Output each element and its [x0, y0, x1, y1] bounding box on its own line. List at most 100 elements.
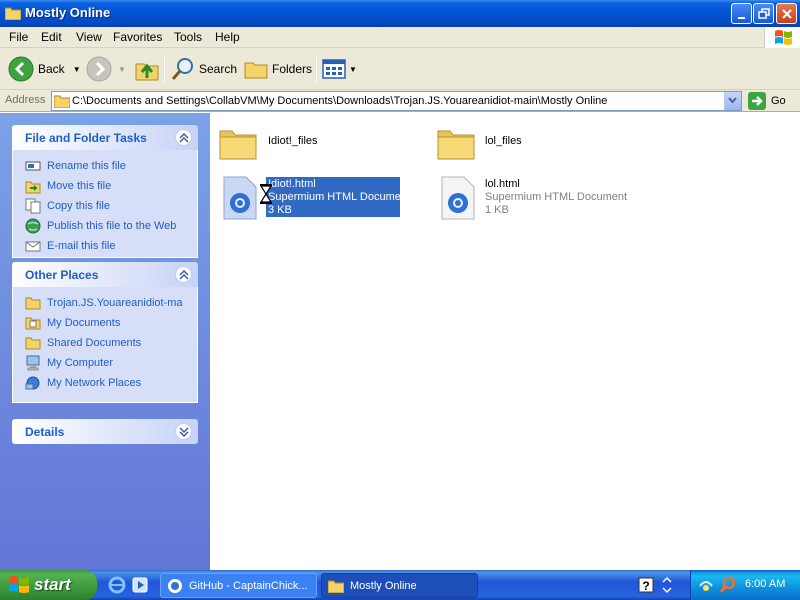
- task-label: Publish this file to the Web: [47, 220, 177, 232]
- chevron-down-icon: ▼: [118, 64, 126, 74]
- file-size: 3 KB: [268, 204, 292, 216]
- place-my-computer[interactable]: My Computer: [13, 353, 197, 373]
- close-button[interactable]: [776, 3, 797, 24]
- help-icon[interactable]: ?: [638, 577, 654, 593]
- menu-edit[interactable]: Edit: [41, 30, 62, 44]
- file-folder-tasks-header[interactable]: File and Folder Tasks: [12, 125, 198, 150]
- task-copy-file[interactable]: Copy this file: [13, 196, 197, 216]
- task-label: Copy this file: [47, 200, 110, 212]
- file-size: 1 KB: [485, 204, 509, 216]
- file-item-selected[interactable]: Idiot!.html Supermium HTML Document 3 KB: [210, 113, 410, 223]
- file-item[interactable]: lol.html Supermium HTML Document 1 KB: [436, 175, 636, 223]
- panel-title: File and Folder Tasks: [25, 131, 147, 145]
- internet-explorer-icon[interactable]: [108, 576, 126, 594]
- file-type: Supermium HTML Document: [485, 191, 628, 203]
- folder-item[interactable]: lol_files: [436, 121, 616, 165]
- html-document-icon: [441, 176, 475, 220]
- task-rename-file[interactable]: Rename this file: [13, 156, 197, 176]
- task-move-file[interactable]: Move this file: [13, 176, 197, 196]
- place-my-network-places[interactable]: My Network Places: [13, 373, 197, 393]
- address-label: Address: [5, 94, 46, 106]
- folder-icon: [437, 130, 475, 160]
- toolbar: Back ▼ ▼ Search Folders ▼: [0, 48, 800, 90]
- views-icon: [322, 59, 346, 79]
- windows-flag-icon: [9, 576, 29, 593]
- folder-icon: [54, 95, 70, 108]
- media-player-icon[interactable]: [131, 576, 149, 594]
- expand-icon[interactable]: [175, 423, 192, 440]
- place-my-documents[interactable]: My Documents: [13, 313, 197, 333]
- chevron-down-icon[interactable]: ▼: [349, 65, 357, 74]
- collapse-icon[interactable]: [175, 129, 192, 146]
- address-dropdown-button[interactable]: [724, 92, 741, 110]
- place-shared-documents[interactable]: Shared Documents: [13, 333, 197, 353]
- forward-button[interactable]: ▼: [86, 54, 126, 84]
- menu-favorites[interactable]: Favorites: [113, 30, 162, 44]
- restore-button[interactable]: [753, 3, 774, 24]
- network-status-icon[interactable]: [697, 576, 715, 594]
- go-label: Go: [771, 95, 786, 107]
- menu-bar: File Edit View Favorites Tools Help: [0, 27, 800, 48]
- go-button[interactable]: Go: [748, 92, 786, 110]
- place-label: My Documents: [47, 317, 121, 329]
- place-label: Trojan.JS.Youareanidiot-ma: [47, 297, 183, 309]
- start-button[interactable]: start: [0, 570, 97, 600]
- shared-folder-icon: [25, 337, 41, 350]
- task-label: Move this file: [47, 180, 112, 192]
- svg-text:?: ?: [642, 579, 649, 593]
- forward-arrow-icon: [86, 56, 112, 82]
- chevron-down-icon[interactable]: ▼: [73, 65, 81, 74]
- folder-icon: [328, 580, 344, 593]
- task-label: E-mail this file: [47, 240, 116, 252]
- globe-icon: [25, 218, 41, 234]
- file-name: lol.html: [485, 178, 520, 190]
- file-folder-tasks-panel: File and Folder Tasks Rename this file M…: [12, 125, 198, 258]
- collapse-icon[interactable]: [175, 266, 192, 283]
- file-name: lol_files: [485, 135, 522, 147]
- task-email-file[interactable]: E-mail this file: [13, 236, 197, 256]
- clock[interactable]: 6:00 AM: [745, 578, 785, 590]
- search-label: Search: [199, 62, 238, 76]
- other-places-header[interactable]: Other Places: [12, 262, 198, 287]
- taskbar-item-mostly-online[interactable]: Mostly Online: [321, 573, 478, 598]
- search-button[interactable]: Search: [170, 54, 237, 84]
- window-title: Mostly Online: [25, 5, 111, 20]
- move-icon: [25, 181, 41, 194]
- menu-tools[interactable]: Tools: [174, 30, 202, 44]
- address-input[interactable]: C:\Documents and Settings\CollabVM\My Do…: [51, 91, 742, 111]
- back-arrow-icon: [8, 56, 34, 82]
- place-parent-folder[interactable]: Trojan.JS.Youareanidiot-ma: [13, 293, 197, 313]
- task-publish-web[interactable]: Publish this file to the Web: [13, 216, 197, 236]
- place-label: My Computer: [47, 357, 114, 369]
- minimize-button[interactable]: [731, 3, 752, 24]
- html-document-icon: [223, 176, 257, 220]
- chevron-down-icon: [728, 97, 737, 104]
- close-icon: [782, 9, 792, 19]
- up-folder-icon: [135, 63, 159, 81]
- file-view: Idiot!_files lol_files Idiot!.html Super…: [210, 113, 800, 570]
- menu-view[interactable]: View: [76, 30, 102, 44]
- browser-icon: [168, 578, 182, 593]
- panel-title: Other Places: [25, 268, 99, 282]
- back-button[interactable]: Back ▼: [8, 54, 81, 84]
- taskbar-item-github[interactable]: GitHub - CaptainChick...: [160, 573, 317, 598]
- folder-icon: [25, 297, 41, 310]
- other-places-panel: Other Places Trojan.JS.Youareanidiot-ma …: [12, 262, 198, 403]
- taskbar-item-label: GitHub - CaptainChick...: [189, 579, 308, 592]
- up-folder-button[interactable]: [134, 54, 160, 84]
- folders-button[interactable]: Folders: [243, 54, 312, 84]
- views-button[interactable]: ▼: [322, 54, 357, 84]
- go-arrow-icon: [748, 92, 766, 110]
- details-header[interactable]: Details: [12, 419, 198, 444]
- scroll-arrows-icon[interactable]: [661, 574, 673, 596]
- email-icon: [25, 241, 41, 252]
- place-label: Shared Documents: [47, 337, 142, 349]
- computer-icon: [26, 355, 40, 371]
- back-label: Back: [38, 62, 65, 76]
- rename-icon: [25, 161, 41, 171]
- menu-help[interactable]: Help: [215, 30, 240, 44]
- taskbar: start GitHub - CaptainChick... Mostly On…: [0, 570, 800, 600]
- search-magnifier-icon[interactable]: [719, 576, 737, 594]
- menu-file[interactable]: File: [9, 30, 28, 44]
- search-icon: [171, 58, 193, 80]
